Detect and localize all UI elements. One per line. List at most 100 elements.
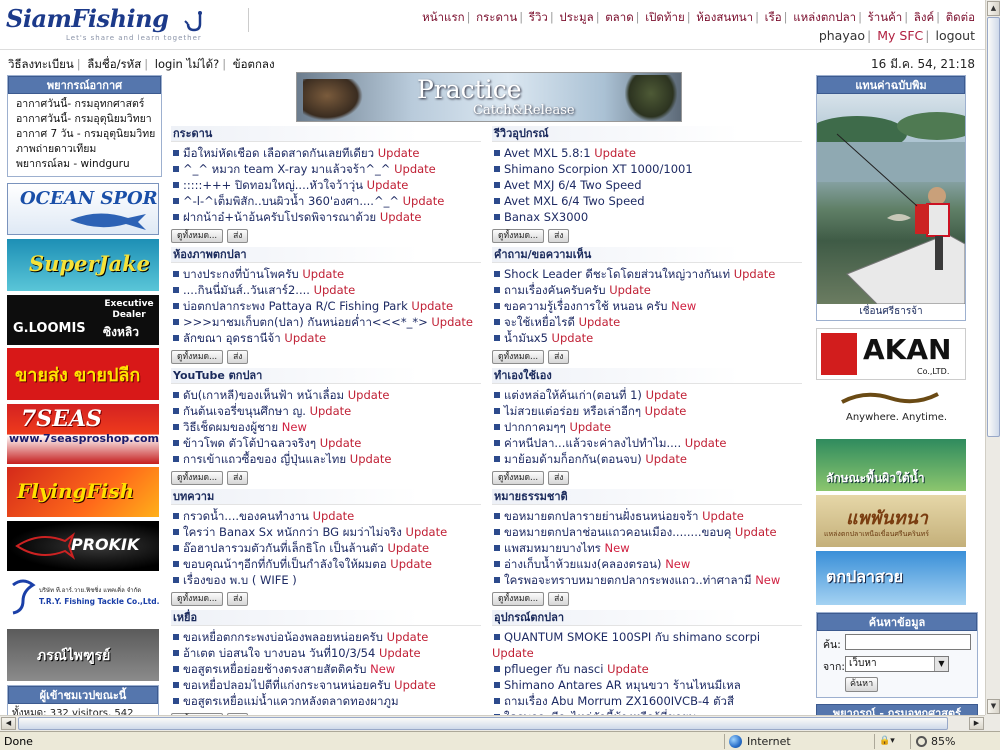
banner-prokik[interactable]: PROKIK [7,521,159,571]
post-button[interactable]: ส่ง [548,229,570,243]
view-all-button[interactable]: ดูทั้งหมด... [492,350,545,364]
section-title[interactable]: บทความ [171,489,481,505]
topic-title[interactable]: ไม่สวยแต่อร่อย หรือเล่าอีกๆ [504,404,641,418]
topic-title[interactable]: ค่าหนีปลา...แล้วจะค่าลงไปทำไม.... [504,436,681,450]
vertical-scrollbar[interactable]: ▲ ▼ [985,0,1000,715]
topic-title[interactable]: มือใหม่หัดเชือด เลือดสาดกันเลยทีเดียว [183,146,374,160]
vertical-scroll-thumb[interactable] [987,17,1000,437]
topic-title[interactable]: Banax SX3000 [504,210,588,224]
section-title[interactable]: หมายธรรมชาติ [492,489,802,505]
topic-title[interactable]: กรวดน้ำ....ของคนทำงาน [183,509,309,523]
topic-title[interactable]: ถามเรื่องคันครับครับ [504,283,606,297]
topic-title[interactable]: บางประกงที่บ้านโพครับ [183,267,299,281]
topic-item[interactable]: Avet MXJ 6/4 Two Speed [492,177,802,193]
topic-item[interactable]: >>>มาชมเก็บตก(ปลา) กันหน่อยค่ำา<<<*_*> U… [171,314,481,330]
view-all-button[interactable]: ดูทั้งหมด... [171,592,224,606]
topic-title[interactable]: มาย้อมด้ามก็อกกัน(ตอนจบ) [504,452,642,466]
topic-item[interactable]: ขอสูตรเหยื่อแม่น้ำแควกหลังตลาดทองผาภูม [171,693,481,709]
topic-title[interactable]: Shock Leader ดีชะโดโดยส่วนใหญ่วางกันเท่ [504,267,730,281]
weather-link[interactable]: อากาศวันนี้- กรมอุตุนิยมวิทยา [16,112,155,127]
topic-item[interactable]: ขอบคุณน้าๆอีกที่กับที่เป็นกำลังใจให้ผมตอ… [171,556,481,572]
topic-title[interactable]: :::::+++ ปิดทอมใหญ่....หัวใจว้าวุ่น [183,178,363,192]
topic-title[interactable]: จะใช้เหยื่อไรดี [504,315,575,329]
banner-fishing-photo[interactable]: ตกปลาสวย [816,551,966,605]
banner-flying-fish[interactable]: FlyingFish [7,467,159,517]
horizontal-scroll-thumb[interactable] [18,717,948,730]
banner-anywhere[interactable]: Anywhere. Anytime. [816,384,966,434]
zoom-control[interactable]: 85% [910,734,990,749]
topic-title[interactable]: Avet MXL 6/4 Two Speed [504,194,645,208]
banner-super-jake[interactable]: SuperJake [7,239,159,291]
banner-ocean-sport[interactable]: OCEAN SPORT [7,183,159,235]
section-title[interactable]: ทำเองใช้เอง [492,368,802,384]
topic-title[interactable]: แต่งหล่อให้ค้นเก่า(ตอนที่ 1) [504,388,642,402]
topic-title[interactable]: อ๊อฮาปลารวมตัวกันที่เล็กธิโก เป็นล้านตัว [183,541,384,555]
section-title[interactable]: คำถาม/ขอความเห็น [492,247,802,263]
topic-item[interactable]: ฝากน้าอ๋+น้าอ้นครับโปรดพิจารณาด้วย Updat… [171,209,481,225]
topic-item[interactable]: Banax SX3000 [492,209,802,225]
topic-title[interactable]: ขอความรู้เรื่องการใช้ หนอน ครับ [504,299,667,313]
section-title[interactable]: ห้องภาพตกปลา [171,247,481,263]
nav-boat[interactable]: เรือ [765,10,782,24]
topic-title[interactable]: ปากกาคมๆๆ [504,420,566,434]
banner-gloomis[interactable]: Executive Dealer G.LOOMIS ซิงหลิว [7,295,159,345]
my-sfc-link[interactable]: My SFC [877,28,923,43]
topic-title[interactable]: ขอหมายตกปลารายย่านฝั่งธนหน่อยจร้า [504,509,698,523]
topic-item[interactable]: Shock Leader ดีชะโดโดยส่วนใหญ่วางกันเท่ … [492,266,802,282]
topic-item[interactable]: ขอหมายตกปลาช่อนแถวคอนเมือง........ขอบคุ … [492,524,802,540]
topic-item[interactable]: ไม่สวยแต่อร่อย หรือเล่าอีกๆ Update [492,403,802,419]
topic-item[interactable]: :::::+++ ปิดทอมใหญ่....หัวใจว้าวุ่น Upda… [171,177,481,193]
topic-item[interactable]: การเข้าแถวซื้อของ ญี่ปุ่นและไทย Update [171,451,481,467]
topic-title[interactable]: ....กินนี่มันส์..วันเสาร์2.... [183,283,310,297]
topic-title[interactable]: ขอเหยื่อตกกระพงบ่อน้องพลอยหน่อยครับ [183,630,383,644]
topic-title[interactable]: ^-l-^เต็มพิสัก..บนผิวน้ำ 360'องศา....^_^ [183,194,399,208]
topic-item[interactable]: ขอเหยื่อตกกระพงบ่อน้องพลอยหน่อยครับ Upda… [171,629,481,645]
forgot-password-link[interactable]: ลืมชื่อ/รหัส [87,57,141,71]
topic-item[interactable]: ถามเรื่อง Abu Morrum ZX1600IVCB-4 ตัวสี [492,693,802,709]
post-button[interactable]: ส่ง [227,592,249,606]
featured-photo-caption[interactable]: เชื่อนศรีธารจ้า [817,304,965,320]
view-all-button[interactable]: ดูทั้งหมด... [171,229,224,243]
topic-item[interactable]: ถามเรื่องคันครับครับ Update [492,282,802,298]
view-all-button[interactable]: ดูทั้งหมด... [171,471,224,485]
topic-item[interactable]: ใครว่า Banax Sx หนักกว่า BG ผมว่าไม่จริง… [171,524,481,540]
section-title[interactable]: อุปกรณ์ตกปลา [492,610,802,626]
scroll-up-icon[interactable]: ▲ [987,1,1000,16]
banner-7seas[interactable]: 7SEAS www.7seasproshop.com [7,404,159,464]
topic-title[interactable]: ใครพอจะทราบหมายตกปลากระพงแถว..ท่าศาลามี [504,573,752,587]
topic-item[interactable]: ค่าหนีปลา...แล้วจะค่าลงไปทำไม.... Update [492,435,802,451]
topic-item[interactable]: น้ำมันx5 Update [492,330,802,346]
topic-title[interactable]: QUANTUM SMOKE 100SPI กับ shimano scorpi [504,630,760,644]
view-all-button[interactable]: ดูทั้งหมด... [492,592,545,606]
logout-link[interactable]: logout [935,28,975,43]
topic-item[interactable]: มาย้อมด้ามก็อกกัน(ตอนจบ) Update [492,451,802,467]
nav-links[interactable]: ลิงค์ [914,10,934,24]
topic-item[interactable]: ....กินนี่มันส์..วันเสาร์2.... Update [171,282,481,298]
topic-title[interactable]: กันต้นเจอรี่ขนุนศึกษา ญ. [183,404,306,418]
topic-item[interactable]: มือใหม่หัดเชือด เลือดสาดกันเลยทีเดียว Up… [171,145,481,161]
protected-mode-indicator[interactable]: 🔒▾ [874,734,908,749]
topic-title[interactable]: วิธีเช็ดผมของผู้ชาย [183,420,278,434]
topic-title[interactable]: ขอสูตรเหยื่อย่อยช้างตรงสายสัตติครับ [183,662,366,676]
topic-title[interactable]: >>>มาชมเก็บตก(ปลา) กันหน่อยค่ำา<<<*_*> [183,315,428,329]
nav-board[interactable]: กระดาน [476,10,517,24]
scroll-down-icon[interactable]: ▼ [987,699,1000,714]
topic-item[interactable]: Shimano Antares AR หมุนขวา ร้านไหนมีเหล [492,677,802,693]
topic-item[interactable]: ขอความรู้เรื่องการใช้ หนอน ครับ New [492,298,802,314]
weather-link[interactable]: อากาศ 7 วัน - กรมอุตุนิยมวิทยา [16,127,155,142]
topic-title[interactable]: Avet MXJ 6/4 Two Speed [504,178,642,192]
topic-item[interactable]: อ่างเก็บน้ำห้วยแมง(คลองตรอน) New [492,556,802,572]
view-all-button[interactable]: ดูทั้งหมด... [492,471,545,485]
topic-item[interactable]: ดับ(เกาหลี)ของเห็นฟ้า หน้าเลื่อม Update [171,387,481,403]
topic-title[interactable]: ขอหมายตกปลาช่อนแถวคอนเมือง........ขอบคุ [504,525,731,539]
topic-item[interactable]: ลักขณา อุดรธานีจ้า Update [171,330,481,346]
banner-wholesale-retail[interactable]: ขายส่ง ขายปลีก [7,348,159,400]
agreement-link[interactable]: ข้อตกลง [233,57,275,71]
topic-title[interactable]: pflueger กับ nasci [504,662,603,676]
post-button[interactable]: ส่ง [227,229,249,243]
topic-title[interactable]: ดับ(เกาหลี)ของเห็นฟ้า หน้าเลื่อม [183,388,344,402]
post-button[interactable]: ส่ง [548,471,570,485]
topic-title[interactable]: Shimano Scorpion XT 1000/1001 [504,162,693,176]
login-help-link[interactable]: login ไม่ได้? [155,57,219,71]
banner-try-tackle[interactable]: บริษัท ที.อาร์.วาย.ฟิชชิ่ง แทคเคิ่ล จำกั… [7,575,159,625]
